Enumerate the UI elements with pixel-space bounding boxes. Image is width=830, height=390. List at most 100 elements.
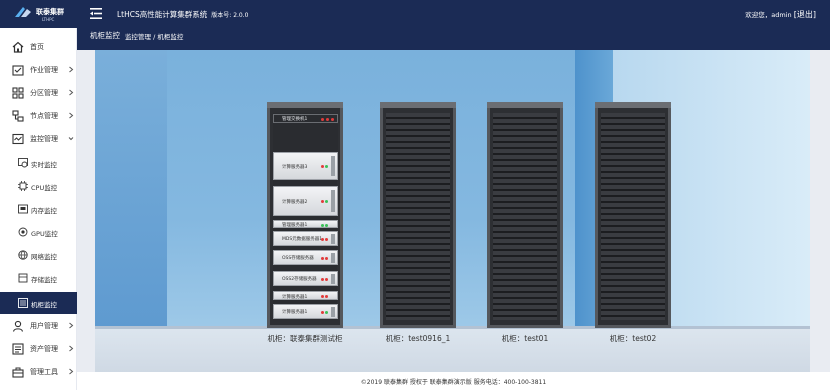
sidebar-subitem-rack[interactable]: 机柜监控 [0,292,77,314]
menu-toggle-icon[interactable] [90,8,102,19]
rack-label: 机柜：test0916_1 [385,334,451,343]
rack-top [595,102,671,108]
home-icon [12,41,24,53]
logo[interactable]: 联泰集群 LTHPC [14,5,74,23]
page-title: 机柜监控 [90,31,120,40]
realtime-icon [18,158,28,168]
rack-top [487,102,563,108]
server-unit-label: 计算服务器3 [282,165,308,170]
rack-cabinet[interactable] [595,102,671,328]
sidebar-item-label: 作业管理 [30,66,58,74]
cpu-icon [18,181,28,191]
storage-icon [18,273,28,283]
breadcrumb: 监控管理 / 机柜监控 [125,33,184,41]
server-unit[interactable]: OSS2存储服务器 [273,271,338,286]
server-handle [331,274,335,284]
rack-icon [18,298,28,308]
status-led [325,200,328,203]
footer-text: ©2019 联泰集群 授权于 联泰集群演示版 服务电话：400-100-3811 [360,379,547,386]
sidebar-item-tools[interactable]: 管理工具 [0,361,77,383]
server-unit[interactable]: 计算服务器1 [273,291,338,300]
sidebar-item-label: 管理工具 [30,368,58,376]
status-led [321,165,324,168]
sidebar-item-home[interactable]: 首页 [0,36,77,58]
rack-label: 机柜：联泰集群测试柜 [267,334,343,343]
app-title: LtHCS高性能计算集群系统 版本号: 2.0.0 [117,9,248,20]
sidebar-item-users[interactable]: 用户管理 [0,315,77,337]
server-unit-label: OSS存储服务器 [282,256,314,261]
sidebar-item-jobs[interactable]: 作业管理 [0,59,77,81]
left-wall [95,50,167,330]
sidebar-item-label: 分区管理 [30,89,58,97]
server-unit[interactable]: OSS存储服务器 [273,250,338,265]
status-led [321,295,324,298]
sidebar-subitem-label: 实时监控 [31,161,57,169]
rack-top [380,102,456,108]
tools-icon [12,367,24,378]
status-led [321,223,324,227]
user-icon [12,320,24,332]
chevron-down-icon [68,137,74,141]
top-bar: 联泰集群 LTHPC LtHCS高性能计算集群系统 版本号: 2.0.0 欢迎您，… [0,0,830,28]
node-icon [12,110,24,122]
sidebar-subitem-network[interactable]: 网络监控 [0,244,77,266]
server-unit[interactable]: 计算服务器1 [273,304,338,319]
rack-room-scene: 管理交换机1 计算服务器3 计算服务器2 管理服务器1 MDS元数据服务器1 O… [95,50,810,372]
sidebar: 首页 作业管理 分区管理 节点管理 监控管理 实时监控 CPU监控 内存监控 G… [0,28,77,390]
user-area: 欢迎您，admin [退出] [745,9,816,20]
status-led [321,277,324,281]
sidebar-subitem-label: 内存监控 [31,207,57,215]
rack-cabinet[interactable]: 管理交换机1 计算服务器3 计算服务器2 管理服务器1 MDS元数据服务器1 O… [267,102,343,328]
rack-body [601,113,665,320]
app-title-text: LtHCS高性能计算集群系统 [117,10,208,19]
sidebar-subitem-storage[interactable]: 存储监控 [0,267,77,289]
logout-link[interactable]: [退出] [794,10,816,19]
sidebar-item-label: 资产管理 [30,345,58,353]
sidebar-subitem-label: CPU监控 [31,184,58,192]
footer: ©2019 联泰集群 授权于 联泰集群演示版 服务电话：400-100-3811 [77,372,830,390]
server-unit-label: 计算服务器2 [282,200,308,205]
sidebar-item-monitoring[interactable]: 监控管理 [0,128,77,150]
rack-cabinet[interactable] [380,102,456,328]
status-led [325,223,328,227]
sidebar-item-label: 监控管理 [30,135,58,143]
server-unit[interactable]: 管理交换机1 [273,114,338,123]
status-led [331,118,334,121]
status-led [325,237,328,241]
sidebar-item-assets[interactable]: 资产管理 [0,338,77,360]
sidebar-subitem-memory[interactable]: 内存监控 [0,198,77,220]
server-unit[interactable]: 计算服务器3 [273,152,338,180]
server-unit[interactable]: MDS元数据服务器1 [273,231,338,246]
rack-body [386,113,450,320]
rack-label: 机柜：test01 [501,334,549,343]
server-unit-label: 管理服务器1 [282,223,308,228]
server-unit-label: 计算服务器1 [282,294,308,300]
rack-cabinet[interactable] [487,102,563,328]
sidebar-item-partitions[interactable]: 分区管理 [0,82,77,104]
sidebar-subitem-label: 网络监控 [31,253,57,261]
rack-top [267,102,343,108]
sidebar-subitem-realtime[interactable]: 实时监控 [0,152,77,174]
version-label: 版本号: 2.0.0 [211,12,249,19]
server-unit-label: 计算服务器1 [282,310,308,315]
server-handle [331,234,335,244]
job-icon [12,65,24,76]
server-handle [331,156,335,176]
rack-body [493,113,557,320]
rack-label: 机柜：test02 [609,334,657,343]
network-icon [18,250,28,260]
status-led [325,165,328,168]
sidebar-subitem-label: GPU监控 [31,230,58,238]
sidebar-item-nodes[interactable]: 节点管理 [0,105,77,127]
status-led [325,256,328,260]
sidebar-subitem-cpu[interactable]: CPU监控 [0,175,77,197]
sidebar-item-label: 首页 [30,43,44,51]
empty-slot [273,124,338,150]
sidebar-subitem-gpu[interactable]: GPU监控 [0,221,77,243]
server-unit-label: MDS元数据服务器1 [282,237,323,242]
status-led [325,310,328,314]
chevron-right-icon [69,345,74,352]
server-unit[interactable]: 管理服务器1 [273,220,338,228]
page-header: 机柜监控 监控管理 / 机柜监控 [77,28,830,50]
server-unit[interactable]: 计算服务器2 [273,186,338,216]
